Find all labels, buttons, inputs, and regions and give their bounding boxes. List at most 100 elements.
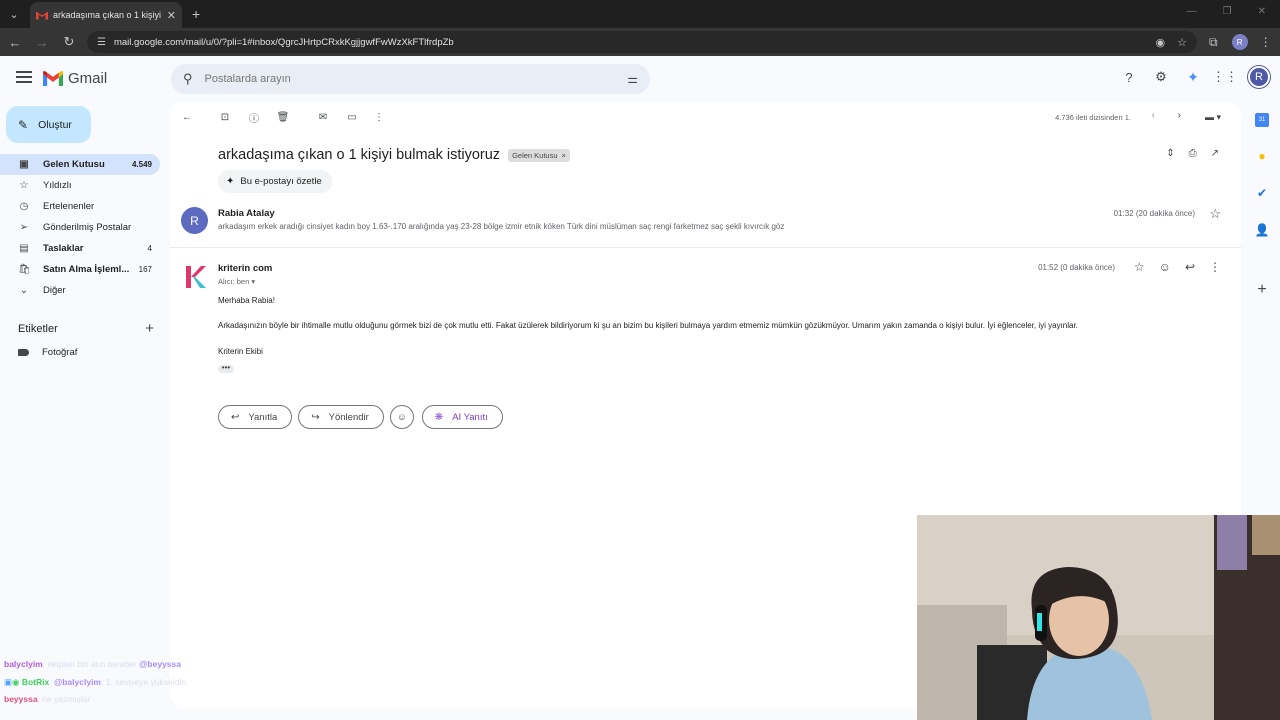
browser-tab[interactable]: arkadaşıma çıkan o 1 kişiyi bulm ✕	[30, 2, 182, 28]
browser-profile-avatar[interactable]: R	[1231, 34, 1248, 50]
search-icon[interactable]: ⚲	[183, 71, 193, 87]
ai-brain-icon: ❋	[434, 411, 444, 423]
input-tools-icon[interactable]: ▬ ▾	[1205, 112, 1221, 123]
bookmark-star-icon[interactable]: ☆	[1177, 36, 1187, 49]
report-spam-icon[interactable]: ⓘ	[247, 110, 261, 125]
extensions-icon[interactable]: ⧉	[1209, 35, 1218, 50]
minimize-icon[interactable]: —	[1187, 6, 1197, 17]
eye-icon[interactable]: ◉	[1156, 36, 1166, 49]
sidebar-item-purchases[interactable]: 🛍 Satın Alma İşleml... 167	[0, 259, 160, 280]
open-new-window-icon[interactable]: ↗	[1211, 148, 1219, 159]
emoji-react-icon[interactable]: ☺	[1159, 260, 1171, 274]
chrome-menu-icon[interactable]: ⋮	[1260, 35, 1272, 49]
gemini-sparkle-icon[interactable]: ✦	[1184, 68, 1202, 86]
expand-all-icon[interactable]: ⇕	[1166, 148, 1174, 159]
more-options-icon[interactable]: ⋮	[1209, 260, 1221, 274]
reload-icon[interactable]: ↻	[57, 34, 81, 50]
body-paragraph: Merhaba Rabia!	[218, 296, 275, 305]
delete-icon[interactable]: 🗑	[276, 110, 290, 124]
archive-icon[interactable]: ⊡	[218, 110, 232, 124]
site-info-icon[interactable]: ☰	[97, 37, 106, 48]
sidebar-item-starred[interactable]: ☆ Yıldızlı	[0, 175, 160, 196]
draft-icon: ▤	[19, 243, 29, 254]
remove-label-icon[interactable]: ×	[562, 151, 566, 160]
sidebar-item-snoozed[interactable]: ◷ Ertelenenler	[0, 196, 160, 217]
account-avatar[interactable]: R	[1248, 66, 1270, 88]
older-icon[interactable]: ›	[1178, 110, 1181, 121]
forward-label: Yönlendir	[328, 411, 369, 423]
address-bar[interactable]: ☰ mail.google.com/mail/u/0/?pli=1#inbox/…	[87, 31, 1197, 53]
label-chip[interactable]: Gelen Kutusu ×	[508, 148, 570, 162]
chevron-down-icon: ⌄	[19, 285, 29, 296]
sidebar-item-count: 4	[147, 244, 152, 253]
ai-reply-button[interactable]: ❋ AI Yanıtı	[421, 405, 503, 429]
forward-button[interactable]: ↪ Yönlendir	[298, 405, 384, 429]
maximize-icon[interactable]: ❐	[1223, 6, 1232, 17]
browser-tab-bar: ⌄ arkadaşıma çıkan o 1 kişiyi bulm ✕ + —…	[0, 0, 1280, 28]
contacts-icon[interactable]: 👤	[1255, 223, 1270, 237]
sidebar-item-label: Yıldızlı	[43, 180, 72, 191]
chat-user: balyclyim	[4, 659, 43, 669]
more-actions-icon[interactable]: ⋮	[372, 110, 386, 124]
pager-text: 4.736 ileti dizisinden 1.	[1055, 113, 1131, 122]
sidebar-item-more[interactable]: ⌄ Diğer	[0, 280, 160, 301]
search-bar[interactable]: ⚲ ⚌	[171, 64, 650, 94]
caret-down-icon: ▾	[251, 277, 256, 286]
new-tab-icon[interactable]: +	[192, 6, 200, 22]
add-label-icon[interactable]: +	[145, 320, 154, 337]
sidebar-item-label: Taslaklar	[43, 243, 84, 254]
print-icon[interactable]: ⎙	[1189, 148, 1197, 159]
star-icon[interactable]: ☆	[1209, 206, 1221, 222]
search-input[interactable]	[204, 73, 628, 85]
reply-button[interactable]: ↩ Yanıtla	[218, 405, 293, 429]
forward-icon[interactable]: →	[30, 35, 54, 50]
emoji-icon: ☺	[396, 411, 407, 423]
reply-label: Yanıtla	[248, 411, 278, 423]
back-to-inbox-icon[interactable]: ←	[180, 110, 194, 124]
show-trimmed-content-icon[interactable]: •••	[218, 364, 234, 373]
reply-actions: ↩ Yanıtla ↪ Yönlendir ☺ ❋ AI Yanıtı	[218, 405, 503, 429]
sidebar-item-label: Ertelenenler	[43, 201, 95, 212]
emoji-button[interactable]: ☺	[389, 405, 414, 429]
move-to-icon[interactable]: ▭	[345, 110, 359, 124]
labels-header: Etiketler +	[18, 320, 154, 337]
clock-icon: ◷	[19, 201, 29, 212]
url-text[interactable]: mail.google.com/mail/u/0/?pli=1#inbox/Qg…	[114, 37, 1144, 48]
ai-reply-label: AI Yanıtı	[452, 411, 488, 423]
newer-icon[interactable]: ‹	[1152, 110, 1155, 121]
sidebar-label-item[interactable]: Fotoğraf	[18, 347, 77, 358]
sidebar-item-label: Gönderilmiş Postalar	[43, 222, 132, 233]
sidebar-item-drafts[interactable]: ▤ Taslaklar 4	[0, 238, 160, 259]
side-panel: 31 ● ✔ 👤 +	[1245, 102, 1280, 502]
add-addon-icon[interactable]: +	[1255, 281, 1269, 298]
settings-gear-icon[interactable]: ⚙	[1152, 68, 1170, 86]
main-menu-icon[interactable]	[16, 71, 32, 85]
compose-button[interactable]: ✎ Oluştur	[6, 106, 91, 143]
chat-text: : ekipten biri atın beraber	[42, 659, 140, 669]
sidebar-item-sent[interactable]: ➢ Gönderilmiş Postalar	[0, 217, 160, 238]
recipient-details[interactable]: Alıcı: ben ▾	[218, 277, 255, 286]
sidebar-item-inbox[interactable]: ▣ Gelen Kutusu 4.549	[0, 154, 160, 175]
message-expanded: K kriterin com Alıcı: ben ▾ 01:52 (0 dak…	[170, 258, 1241, 388]
summarize-button[interactable]: ✦ Bu e-postayı özetle	[218, 170, 332, 193]
apps-grid-icon[interactable]: ⋮⋮	[1212, 68, 1238, 86]
help-icon[interactable]: ?	[1120, 68, 1138, 86]
keep-icon[interactable]: ●	[1255, 149, 1269, 163]
tab-close-icon[interactable]: ✕	[167, 9, 176, 22]
sender-avatar: R	[181, 207, 208, 234]
forward-icon: ↪	[311, 411, 320, 423]
tab-search-chevron-icon[interactable]: ⌄	[2, 2, 26, 26]
body-paragraph: Kriterin Ekibi	[218, 346, 263, 356]
reply-icon[interactable]: ↩	[1185, 260, 1195, 274]
mark-unread-icon[interactable]: ✉	[316, 110, 330, 124]
star-icon[interactable]: ☆	[1134, 260, 1145, 274]
calendar-icon[interactable]: 31	[1255, 113, 1269, 127]
window-close-icon[interactable]: ✕	[1258, 6, 1266, 17]
sender-name: kriterin com	[218, 263, 273, 274]
message-collapsed[interactable]: R Rabia Atalay arkadaşım erkek aradığı c…	[170, 202, 1241, 248]
gmail-header: Gmail ⚲ ⚌ ? ⚙ ✦ ⋮⋮ R	[0, 56, 1280, 102]
gmail-logo[interactable]: Gmail	[43, 70, 107, 87]
tasks-icon[interactable]: ✔	[1255, 186, 1269, 200]
search-options-icon[interactable]: ⚌	[627, 72, 638, 86]
back-icon[interactable]: ←	[3, 35, 27, 50]
